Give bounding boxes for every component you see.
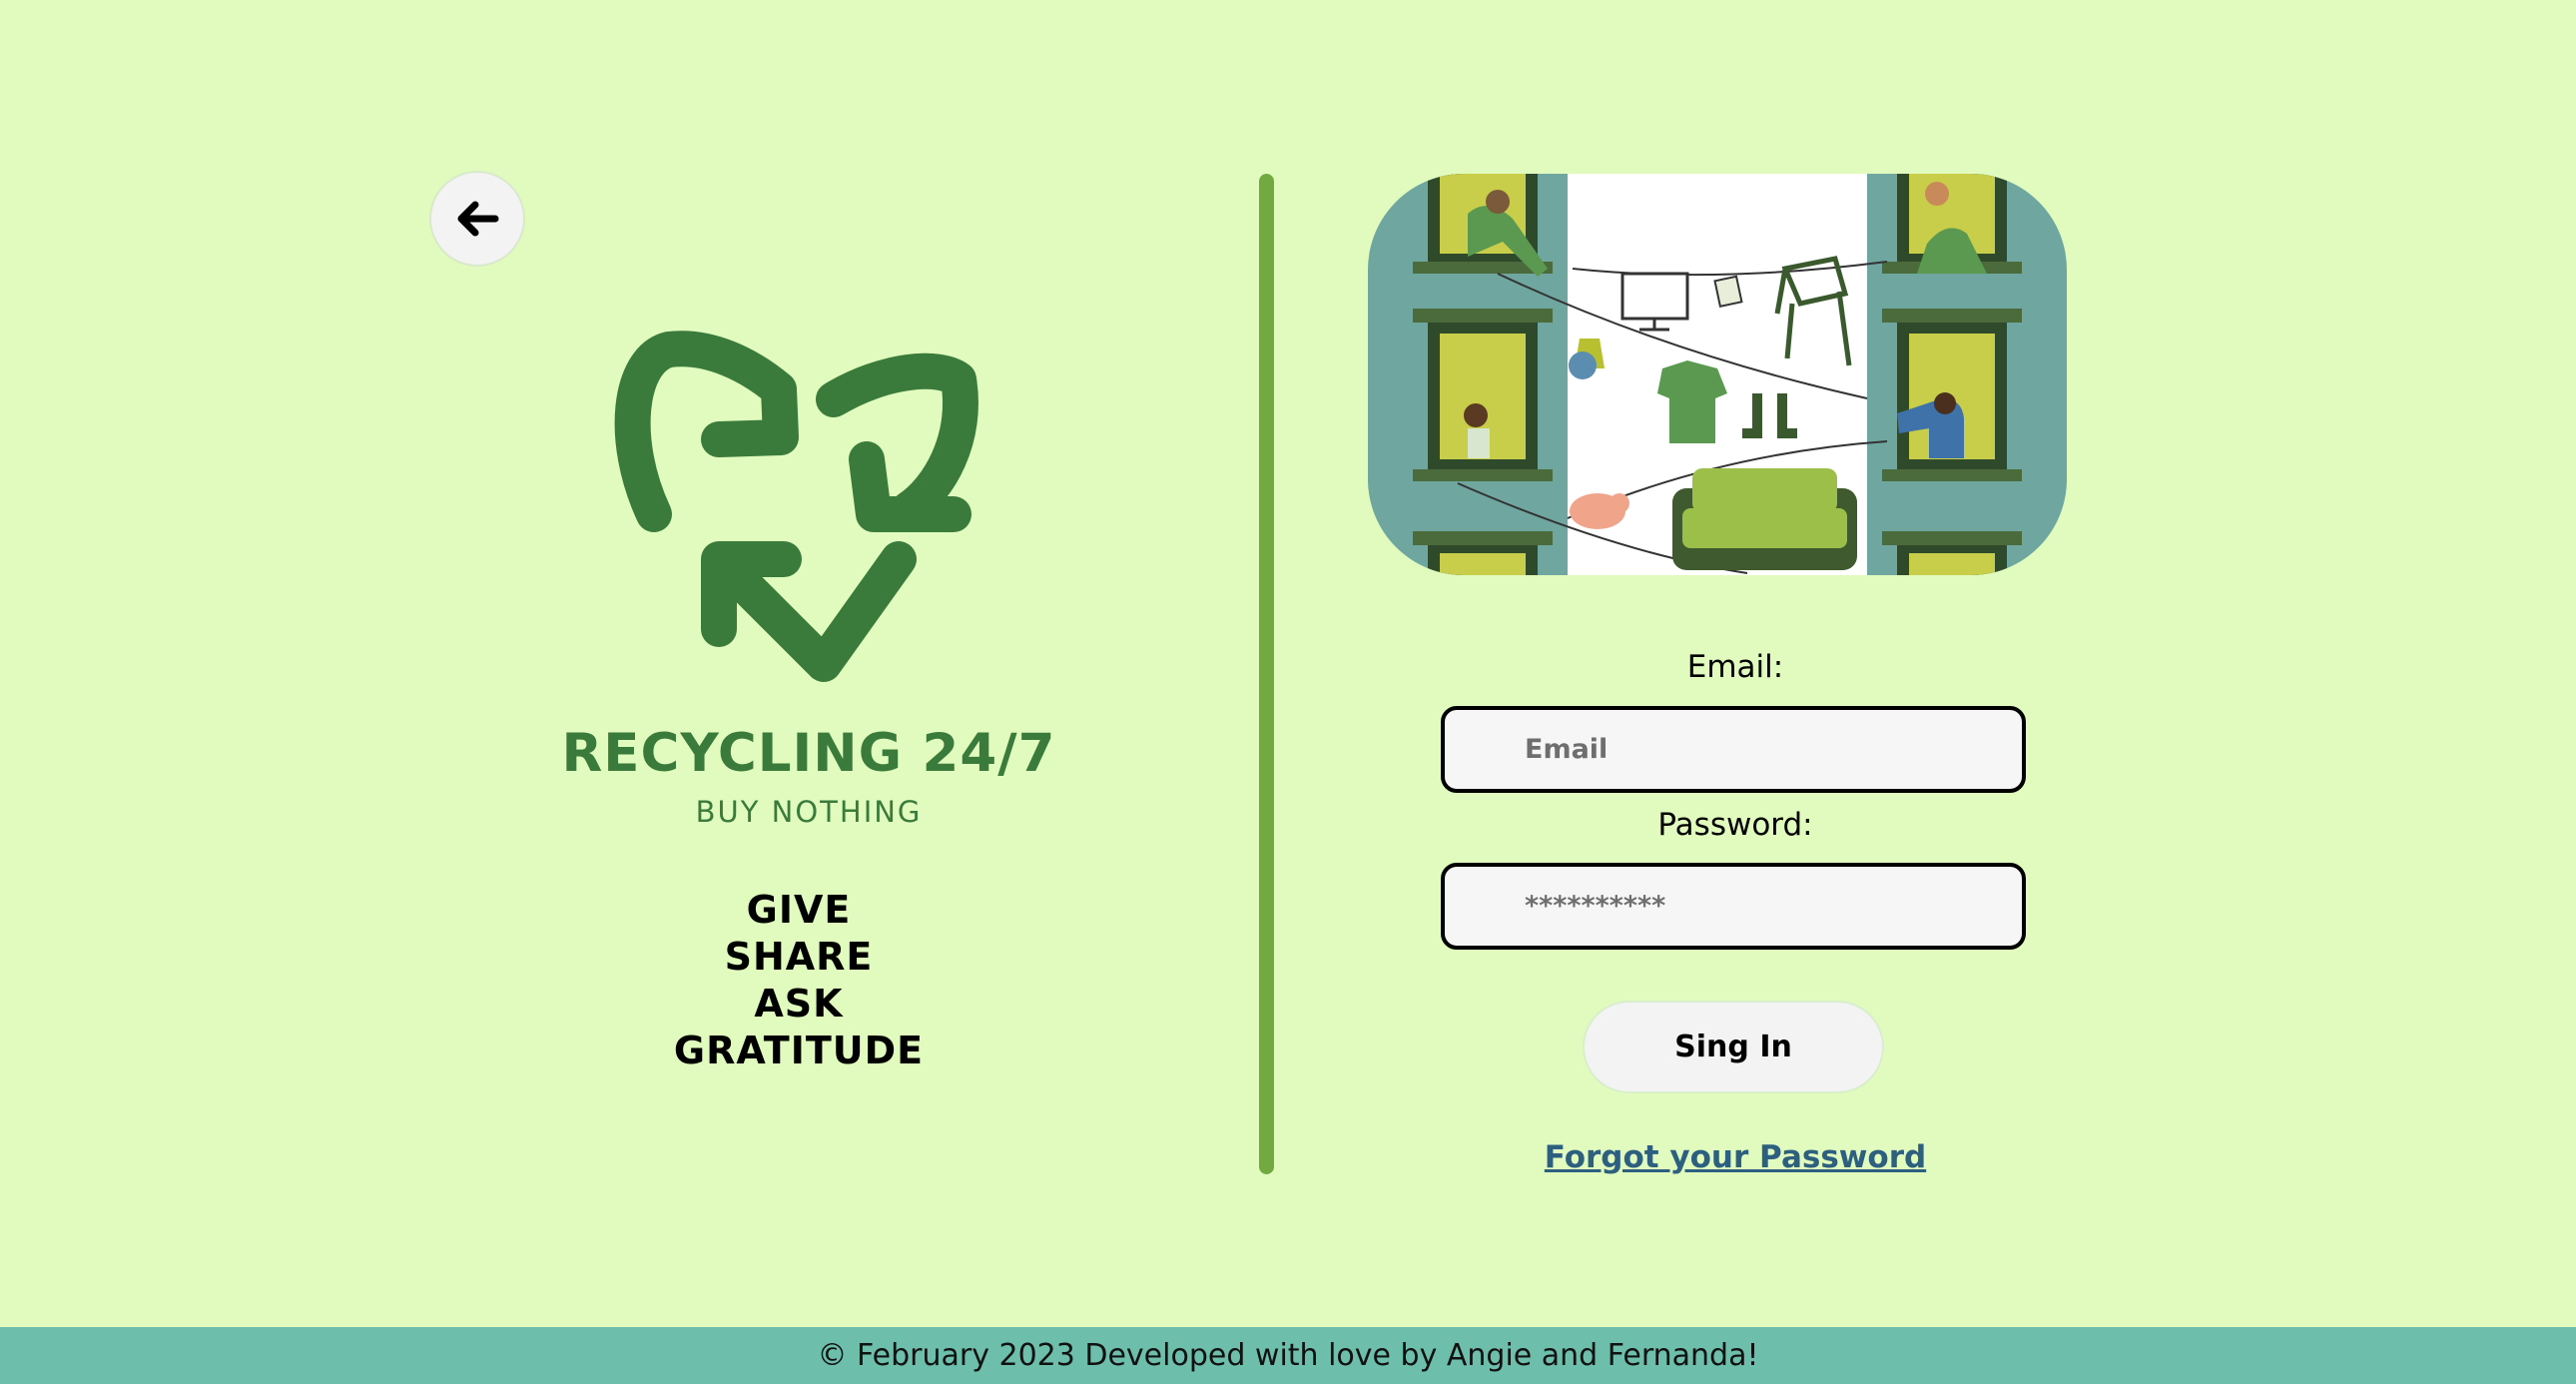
brand-subtitle: BUY NOTHING bbox=[695, 795, 923, 829]
vertical-divider bbox=[1259, 174, 1274, 1174]
motto-item: GRATITUDE bbox=[673, 1029, 925, 1072]
recycle-icon bbox=[614, 331, 978, 682]
password-input[interactable] bbox=[1441, 863, 2026, 950]
arrow-left-icon bbox=[457, 201, 499, 237]
login-page: RECYCLING 24/7 BUY NOTHING GIVE SHARE AS… bbox=[0, 0, 2576, 1384]
brand-title: RECYCLING 24/7 bbox=[561, 723, 1056, 784]
sign-in-button[interactable]: Sing In bbox=[1583, 1001, 1884, 1093]
email-input[interactable] bbox=[1441, 706, 2026, 793]
motto-item: ASK bbox=[754, 982, 844, 1026]
email-label: Email: bbox=[1686, 649, 1784, 685]
footer-text: © February 2023 Developed with love by A… bbox=[817, 1338, 1759, 1373]
neighbors-sharing-illustration bbox=[1368, 174, 2067, 575]
motto-list: GIVE SHARE ASK GRATITUDE bbox=[599, 887, 998, 1074]
forgot-password-link[interactable]: Forgot your Password bbox=[1443, 1139, 2028, 1175]
footer: © February 2023 Developed with love by A… bbox=[0, 1327, 2576, 1384]
password-label: Password: bbox=[1657, 807, 1813, 843]
motto-item: SHARE bbox=[724, 935, 874, 979]
back-button[interactable] bbox=[429, 171, 525, 267]
motto-item: GIVE bbox=[746, 888, 852, 932]
